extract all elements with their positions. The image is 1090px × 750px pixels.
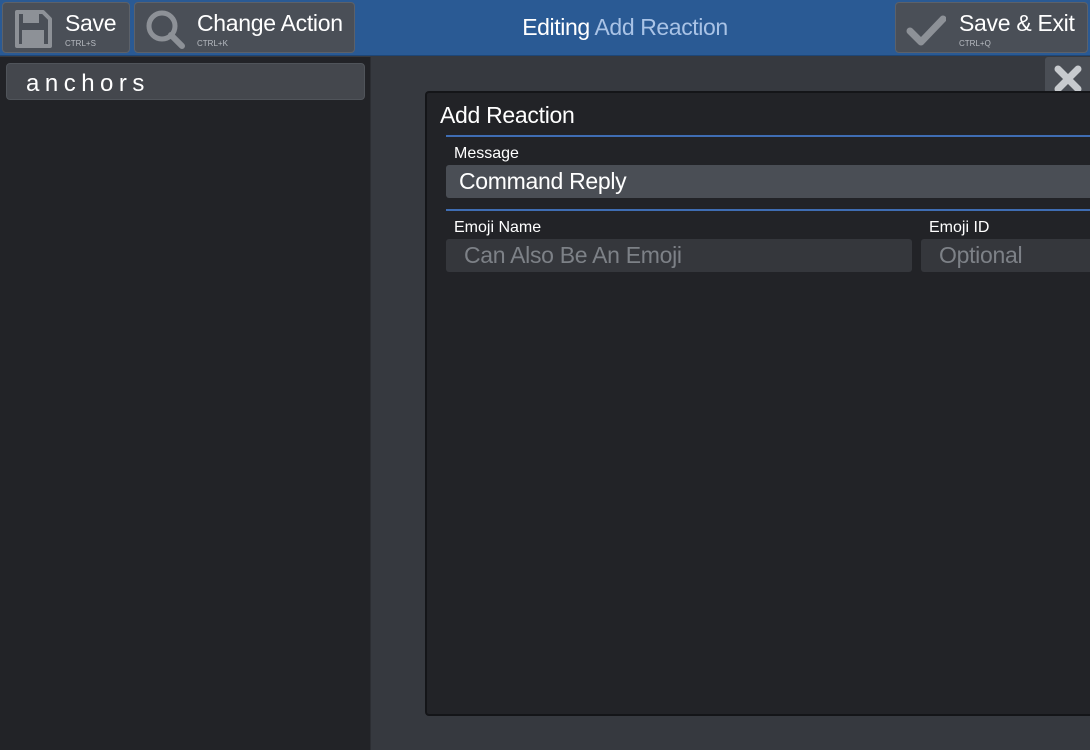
save-exit-label: Save & Exit xyxy=(959,10,1075,36)
top-toolbar: Save CTRL+S Change Action CTRL+K Editing… xyxy=(0,0,1090,56)
editor-title-prefix: Editing xyxy=(522,14,590,40)
checkmark-icon xyxy=(906,9,947,49)
emoji-id-field[interactable] xyxy=(921,239,1090,272)
panel-title: Add Reaction xyxy=(440,102,575,128)
change-action-shortcut-hint: CTRL+K xyxy=(197,39,228,48)
sidebar-item-label: anchors xyxy=(26,70,150,97)
save-exit-shortcut-hint: CTRL+Q xyxy=(959,39,991,48)
emoji-name-field[interactable] xyxy=(446,239,912,272)
action-editor-panel: Add Reaction Message Emoji Name Emoji ID xyxy=(425,91,1090,716)
save-shortcut-hint: CTRL+S xyxy=(65,39,96,48)
title-divider xyxy=(446,135,1090,137)
message-divider xyxy=(446,209,1090,211)
emoji-name-label: Emoji Name xyxy=(454,219,542,236)
magnifier-icon xyxy=(145,9,185,49)
editor-title-action-name: Add Reaction xyxy=(594,14,728,40)
save-exit-button[interactable]: Save & Exit CTRL+Q xyxy=(895,2,1088,53)
sidebar-item-anchors[interactable]: anchors xyxy=(6,63,365,100)
sidebar: anchors xyxy=(0,57,371,750)
floppy-disk-icon xyxy=(13,9,53,49)
emoji-id-label: Emoji ID xyxy=(929,219,990,236)
save-button[interactable]: Save CTRL+S xyxy=(2,2,130,53)
save-button-label: Save xyxy=(65,10,117,36)
change-action-label: Change Action xyxy=(197,10,343,36)
message-field[interactable] xyxy=(446,165,1090,198)
message-label: Message xyxy=(454,145,519,162)
change-action-button[interactable]: Change Action CTRL+K xyxy=(134,2,355,53)
editor-title: Editing Add Reaction xyxy=(460,14,790,41)
